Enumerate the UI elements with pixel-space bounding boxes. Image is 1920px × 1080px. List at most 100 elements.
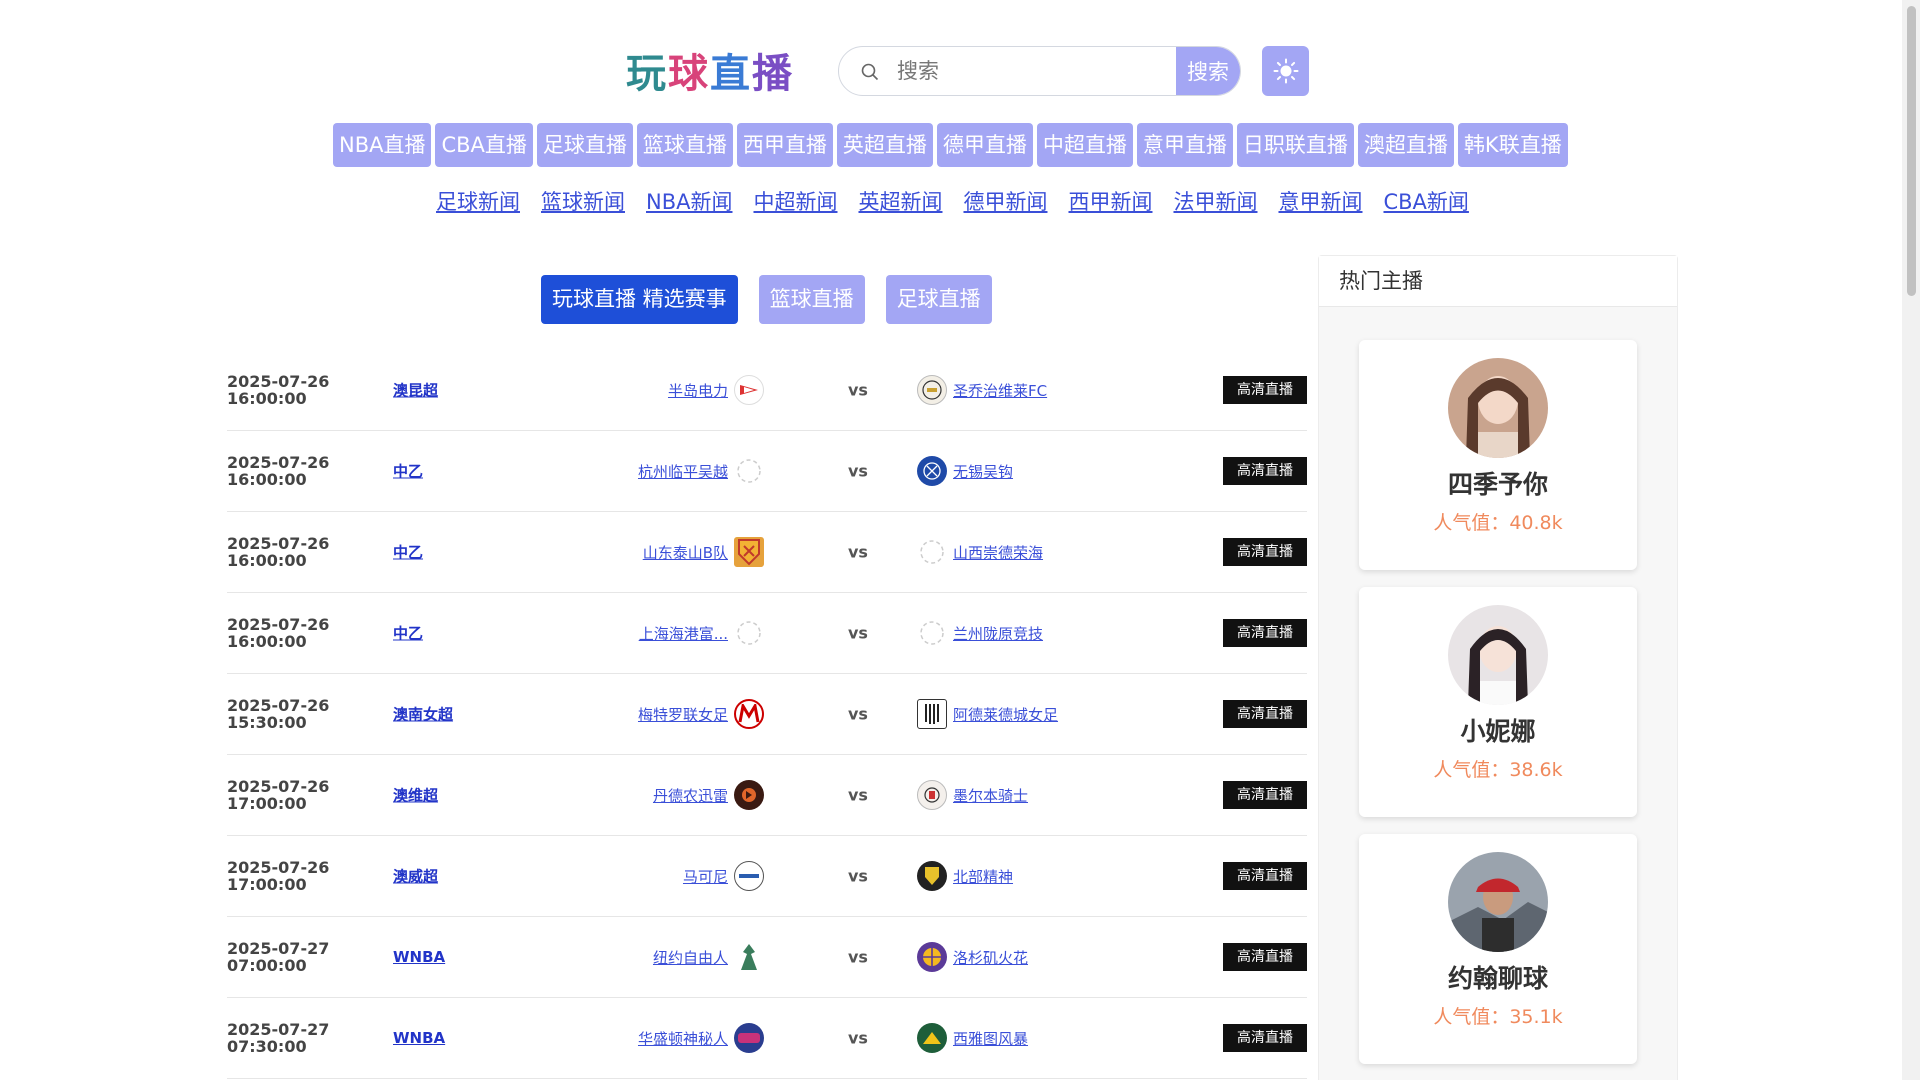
news-link-ligue1[interactable]: 法甲新闻 bbox=[1173, 186, 1257, 216]
scrollbar-thumb[interactable] bbox=[1907, 6, 1916, 296]
nav-live-seriea[interactable]: 意甲直播 bbox=[1136, 123, 1233, 167]
home-team[interactable]: 半岛电力 bbox=[668, 375, 764, 405]
hd-live-button[interactable]: 高清直播 bbox=[1223, 781, 1307, 809]
news-link-epl[interactable]: 英超新闻 bbox=[858, 186, 942, 216]
nav-live-football[interactable]: 足球直播 bbox=[536, 123, 633, 167]
nav-live-jleague[interactable]: 日职联直播 bbox=[1236, 123, 1354, 167]
away-team-name[interactable]: 墨尔本骑士 bbox=[953, 785, 1028, 806]
team-logo-icon bbox=[734, 1023, 764, 1053]
away-team[interactable]: 圣乔治维莱FC bbox=[917, 375, 1047, 405]
match-clock: 16:00:00 bbox=[227, 470, 307, 489]
away-team[interactable]: 西雅图风暴 bbox=[917, 1023, 1028, 1053]
home-team[interactable]: 丹德农迅雷 bbox=[653, 780, 764, 810]
search-button[interactable]: 搜索 bbox=[1176, 47, 1240, 95]
nav-live-csl[interactable]: 中超直播 bbox=[1036, 123, 1133, 167]
news-link-seriea[interactable]: 意甲新闻 bbox=[1278, 186, 1362, 216]
nav-live-nba[interactable]: NBA直播 bbox=[333, 123, 432, 167]
away-team[interactable]: 兰州陇原竞技 bbox=[917, 618, 1043, 648]
home-team-name[interactable]: 上海海港富... bbox=[639, 623, 728, 644]
league-link[interactable]: WNBA bbox=[393, 1029, 445, 1047]
home-team-name[interactable]: 山东泰山B队 bbox=[643, 542, 728, 563]
anchor-card[interactable]: 小妮娜 人气值：38.6k bbox=[1359, 587, 1637, 817]
home-team[interactable]: 杭州临平吴越 bbox=[638, 456, 764, 486]
news-link-nba[interactable]: NBA新闻 bbox=[646, 186, 732, 216]
league-link[interactable]: 澳维超 bbox=[393, 785, 438, 806]
nav-live-basketball[interactable]: 篮球直播 bbox=[636, 123, 733, 167]
home-team[interactable]: 梅特罗联女足 bbox=[638, 699, 764, 729]
nav-live-bundesliga[interactable]: 德甲直播 bbox=[936, 123, 1033, 167]
home-team-name[interactable]: 华盛顿神秘人 bbox=[638, 1028, 728, 1049]
away-team[interactable]: 无锡吴钩 bbox=[917, 456, 1013, 486]
nav-live-aleague[interactable]: 澳超直播 bbox=[1357, 123, 1454, 167]
hd-live-button[interactable]: 高清直播 bbox=[1223, 457, 1307, 485]
home-team[interactable]: 山东泰山B队 bbox=[643, 537, 764, 567]
news-link-football[interactable]: 足球新闻 bbox=[436, 186, 520, 216]
news-link-cba[interactable]: CBA新闻 bbox=[1383, 186, 1468, 216]
home-team-name[interactable]: 半岛电力 bbox=[668, 380, 728, 401]
home-team[interactable]: 上海海港富... bbox=[639, 618, 764, 648]
away-team-name[interactable]: 无锡吴钩 bbox=[953, 461, 1013, 482]
theme-toggle-button[interactable] bbox=[1262, 46, 1309, 96]
hd-live-button[interactable]: 高清直播 bbox=[1223, 862, 1307, 890]
away-team[interactable]: 阿德莱德城女足 bbox=[917, 699, 1058, 729]
nav-live-laliga[interactable]: 西甲直播 bbox=[736, 123, 833, 167]
away-team[interactable]: 北部精神 bbox=[917, 861, 1013, 891]
home-team-name[interactable]: 梅特罗联女足 bbox=[638, 704, 728, 725]
nav-live-epl[interactable]: 英超直播 bbox=[836, 123, 933, 167]
site-logo[interactable]: 玩球直播 bbox=[626, 50, 794, 98]
hd-live-button[interactable]: 高清直播 bbox=[1223, 1024, 1307, 1052]
home-team[interactable]: 纽约自由人 bbox=[653, 942, 764, 972]
tab-featured[interactable]: 玩球直播 精选赛事 bbox=[541, 275, 738, 324]
news-link-basketball[interactable]: 篮球新闻 bbox=[541, 186, 625, 216]
search-input[interactable] bbox=[897, 47, 1177, 95]
tab-football[interactable]: 足球直播 bbox=[885, 275, 992, 324]
away-team-name[interactable]: 北部精神 bbox=[953, 866, 1013, 887]
hd-live-button[interactable]: 高清直播 bbox=[1223, 619, 1307, 647]
away-team[interactable]: 山西崇德荣海 bbox=[917, 537, 1043, 567]
home-team-name[interactable]: 马可尼 bbox=[683, 866, 728, 887]
away-team[interactable]: 洛杉矶火花 bbox=[917, 942, 1028, 972]
hd-live-button[interactable]: 高清直播 bbox=[1223, 943, 1307, 971]
hd-live-button[interactable]: 高清直播 bbox=[1223, 538, 1307, 566]
away-team-name[interactable]: 圣乔治维莱FC bbox=[953, 380, 1047, 401]
home-team[interactable]: 马可尼 bbox=[683, 861, 764, 891]
match-time: 2025-07-27 07:00:00 bbox=[227, 940, 347, 974]
anchor-card[interactable]: 四季予你 人气值：40.8k bbox=[1359, 340, 1637, 570]
news-link-bundesliga[interactable]: 德甲新闻 bbox=[963, 186, 1047, 216]
match-row: 2025-07-27 07:30:00 WNBA 华盛顿神秘人 vs 西雅图风暴 … bbox=[227, 998, 1307, 1079]
league-link[interactable]: 中乙 bbox=[393, 461, 423, 482]
logo-char: 玩 bbox=[626, 51, 668, 97]
home-team-name[interactable]: 丹德农迅雷 bbox=[653, 785, 728, 806]
nav-live-kleague[interactable]: 韩K联直播 bbox=[1457, 123, 1568, 167]
match-date: 2025-07-27 bbox=[227, 939, 330, 958]
match-list: 2025-07-26 16:00:00 澳昆超 半岛电力 vs 圣乔治维莱FC 高… bbox=[227, 350, 1307, 1079]
match-date: 2025-07-26 bbox=[227, 372, 330, 391]
nav-live-cba[interactable]: CBA直播 bbox=[435, 123, 533, 167]
match-clock: 17:00:00 bbox=[227, 875, 307, 894]
league-link[interactable]: 澳昆超 bbox=[393, 380, 438, 401]
away-team-name[interactable]: 西雅图风暴 bbox=[953, 1028, 1028, 1049]
team-logo-icon bbox=[917, 375, 947, 405]
league-link[interactable]: WNBA bbox=[393, 948, 445, 966]
page-scrollbar[interactable] bbox=[1902, 0, 1920, 1080]
home-team-name[interactable]: 纽约自由人 bbox=[653, 947, 728, 968]
away-team[interactable]: 墨尔本骑士 bbox=[917, 780, 1028, 810]
match-row: 2025-07-26 16:00:00 中乙 上海海港富... vs 兰州陇原竞技… bbox=[227, 593, 1307, 674]
league-link[interactable]: 澳威超 bbox=[393, 866, 438, 887]
anchor-card[interactable]: 约翰聊球 人气值：35.1k bbox=[1359, 834, 1637, 1064]
away-team-name[interactable]: 山西崇德荣海 bbox=[953, 542, 1043, 563]
hd-live-button[interactable]: 高清直播 bbox=[1223, 376, 1307, 404]
news-link-csl[interactable]: 中超新闻 bbox=[753, 186, 837, 216]
home-team-name[interactable]: 杭州临平吴越 bbox=[638, 461, 728, 482]
news-link-laliga[interactable]: 西甲新闻 bbox=[1068, 186, 1152, 216]
league-link[interactable]: 中乙 bbox=[393, 623, 423, 644]
home-team[interactable]: 华盛顿神秘人 bbox=[638, 1023, 764, 1053]
league-link[interactable]: 澳南女超 bbox=[393, 704, 453, 725]
away-team-name[interactable]: 阿德莱德城女足 bbox=[953, 704, 1058, 725]
away-team-name[interactable]: 洛杉矶火花 bbox=[953, 947, 1028, 968]
tab-basketball[interactable]: 篮球直播 bbox=[758, 275, 865, 324]
hd-live-button[interactable]: 高清直播 bbox=[1223, 700, 1307, 728]
away-team-name[interactable]: 兰州陇原竞技 bbox=[953, 623, 1043, 644]
league-link[interactable]: 中乙 bbox=[393, 542, 423, 563]
match-time: 2025-07-26 16:00:00 bbox=[227, 616, 347, 650]
